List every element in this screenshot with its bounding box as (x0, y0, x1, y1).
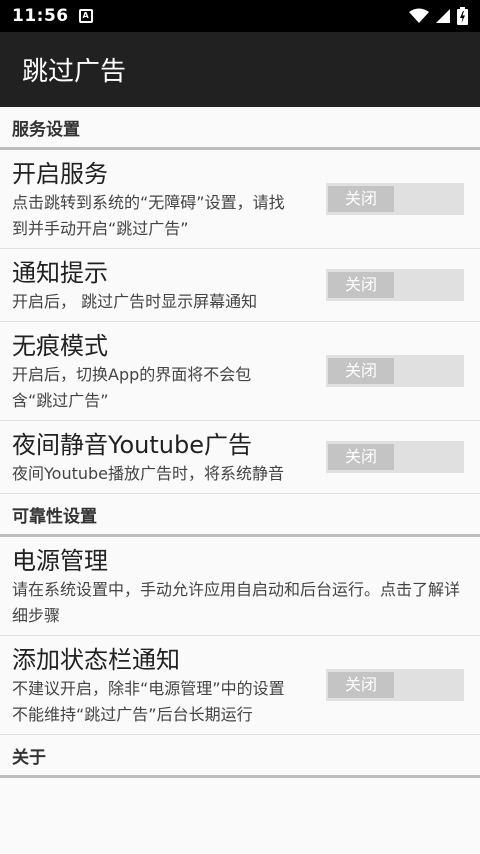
settings-list[interactable]: 服务设置 开启服务 点击跳转到系统的“无障碍”设置，请找到并手动开启“跳过广告”… (0, 107, 480, 854)
category-about: 关于 (0, 735, 480, 778)
statusbar-notification-switch[interactable]: 关闭 (326, 669, 464, 701)
app-bar: 跳过广告 (0, 32, 480, 107)
status-bar: 11:56 A (0, 0, 480, 32)
enable-service-switch[interactable]: 关闭 (326, 183, 464, 215)
pref-summary: 请在系统设置中，手动允许应用自启动和后台运行。点击了解详细步骤 (12, 580, 461, 625)
app-title: 跳过广告 (22, 57, 127, 87)
signal-icon (436, 9, 450, 23)
pref-title: 通知提示 (12, 259, 108, 287)
pref-power-management[interactable]: 电源管理 请在系统设置中，手动允许应用自启动和后台运行。点击了解详细步骤 (0, 537, 480, 636)
pref-title: 添加状态栏通知 (12, 646, 180, 674)
pref-title: 电源管理 (12, 547, 108, 575)
wifi-icon (409, 8, 429, 23)
pref-summary: 不建议开启，除非“电源管理”中的设置不能维持“跳过广告”后台长期运行 (12, 679, 285, 724)
pref-title: 开启服务 (12, 160, 108, 188)
status-time: 11:56 (12, 6, 69, 26)
notification-icon: A (78, 9, 93, 23)
pref-statusbar-notification[interactable]: 添加状态栏通知 不建议开启，除非“电源管理”中的设置不能维持“跳过广告”后台长期… (0, 636, 480, 735)
category-reliability: 可靠性设置 (0, 494, 480, 537)
switch-thumb: 关闭 (328, 272, 394, 298)
pref-title: 无痕模式 (12, 332, 108, 360)
night-mute-switch[interactable]: 关闭 (326, 441, 464, 473)
switch-thumb: 关闭 (328, 186, 394, 212)
incognito-switch[interactable]: 关闭 (326, 355, 464, 387)
pref-summary: 点击跳转到系统的“无障碍”设置，请找到并手动开启“跳过广告” (12, 193, 285, 238)
battery-icon (457, 7, 468, 25)
pref-night-mute-youtube[interactable]: 夜间静音Youtube广告 夜间Youtube播放广告时，将系统静音 关闭 (0, 421, 480, 494)
pref-summary: 开启后，切换App的界面将不会包含“跳过广告” (12, 365, 252, 410)
pref-enable-service[interactable]: 开启服务 点击跳转到系统的“无障碍”设置，请找到并手动开启“跳过广告” 关闭 (0, 150, 480, 249)
switch-thumb: 关闭 (328, 444, 394, 470)
pref-summary: 夜间Youtube播放广告时，将系统静音 (12, 464, 284, 483)
switch-thumb: 关闭 (328, 358, 394, 384)
pref-notification[interactable]: 通知提示 开启后， 跳过广告时显示屏幕通知 关闭 (0, 249, 480, 322)
pref-title: 夜间静音Youtube广告 (12, 431, 252, 459)
pref-incognito[interactable]: 无痕模式 开启后，切换App的界面将不会包含“跳过广告” 关闭 (0, 322, 480, 421)
status-icons (409, 7, 468, 25)
notification-switch[interactable]: 关闭 (326, 269, 464, 301)
pref-summary: 开启后， 跳过广告时显示屏幕通知 (12, 292, 258, 311)
switch-thumb: 关闭 (328, 672, 394, 698)
category-service: 服务设置 (0, 107, 480, 150)
